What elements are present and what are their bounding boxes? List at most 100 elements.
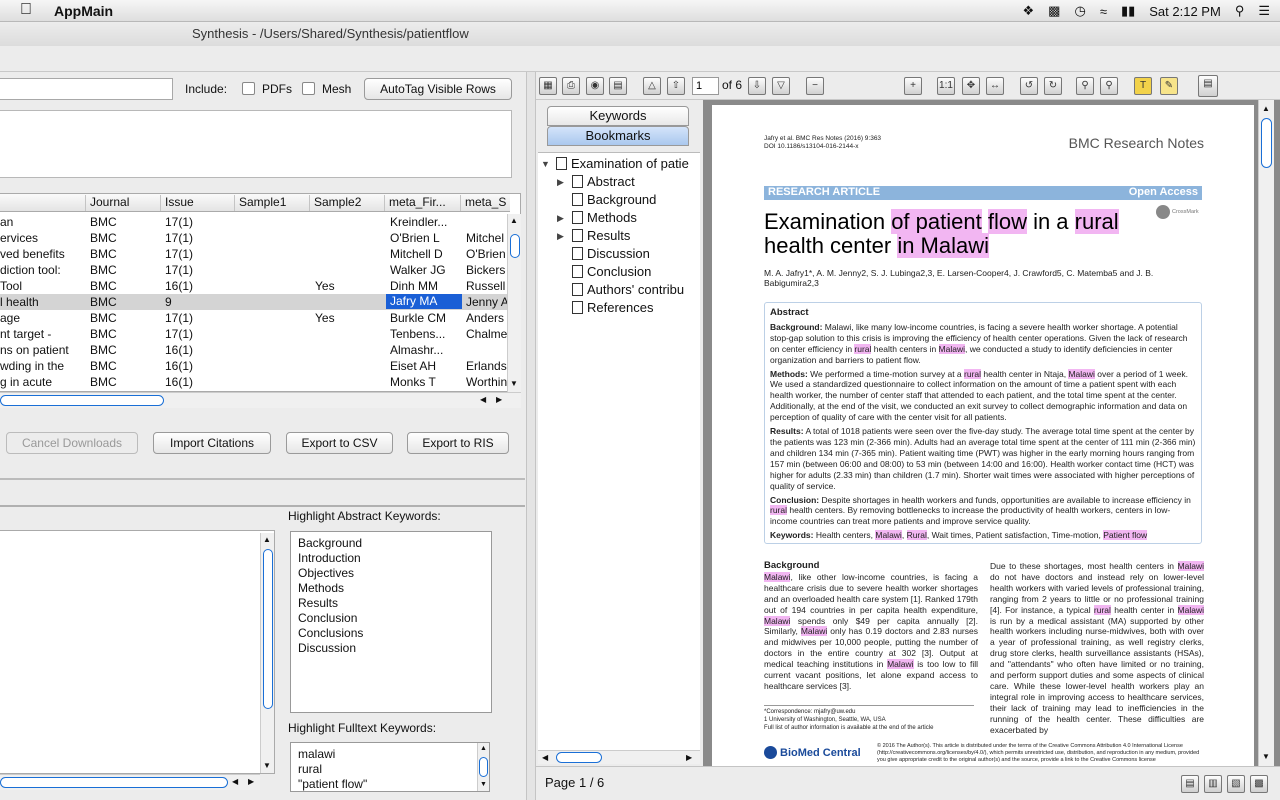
abstract-keyword-item[interactable]: Discussion — [298, 641, 356, 655]
rotate-right-icon[interactable]: ↻ — [1044, 77, 1062, 95]
text-select-icon[interactable]: T — [1134, 77, 1152, 95]
annotation-icon[interactable]: ✎ — [1160, 77, 1178, 95]
query-textarea[interactable] — [0, 110, 512, 178]
scroll-right-icon[interactable]: ▶ — [248, 777, 254, 786]
tab-bookmarks[interactable]: Bookmarks — [547, 126, 689, 146]
abstract-keyword-item[interactable]: Conclusion — [298, 611, 357, 625]
scroll-right-icon[interactable]: ▶ — [496, 395, 502, 404]
apple-icon[interactable]:  — [20, 1, 32, 19]
print-icon[interactable]: ⎙ — [562, 77, 580, 95]
table-row[interactable]: ved benefits BMC 17(1) Mitchell D O'Brien — [0, 246, 508, 262]
abstract-keyword-item[interactable]: Introduction — [298, 551, 361, 565]
continuous-facing-icon[interactable]: ▩ — [1250, 775, 1268, 793]
import-citations-button[interactable]: Import Citations — [153, 432, 271, 454]
wifi-icon[interactable]: ≈ — [1100, 4, 1107, 19]
search-input[interactable] — [0, 78, 173, 100]
notification-center-icon[interactable]: ☰ — [1258, 3, 1270, 19]
expand-triangle-icon[interactable]: ▶ — [557, 213, 564, 224]
cancel-downloads-button[interactable]: Cancel Downloads — [6, 432, 138, 454]
app-name[interactable]: AppMain — [54, 3, 113, 19]
h-scroll-thumb[interactable] — [0, 395, 164, 406]
mesh-checkbox[interactable] — [302, 82, 315, 95]
autotag-button[interactable]: AutoTag Visible Rows — [364, 78, 512, 100]
first-page-icon[interactable]: △ — [643, 77, 661, 95]
column-meta-first[interactable]: meta_Fir... — [385, 195, 461, 211]
column-journal[interactable]: Journal — [86, 195, 161, 211]
notes-scrollbar[interactable]: ▲ ▼ — [260, 533, 274, 773]
column-issue[interactable]: Issue — [161, 195, 235, 211]
table-row[interactable]: Tool BMC 16(1) Yes Dinh MM Russell — [0, 278, 508, 294]
table-vertical-scrollbar[interactable]: ▲ ▼ — [507, 214, 521, 392]
bookmark-item[interactable]: Discussion — [572, 246, 650, 261]
fulltext-keywords-list[interactable]: ▲ ▼ malawi rural "patient flow" — [290, 742, 490, 792]
column-sample1[interactable]: Sample1 — [235, 195, 310, 211]
bookmarks-hscrollbar[interactable]: ◀ ▶ — [538, 750, 700, 764]
table-row[interactable]: nt target - BMC 17(1) Tenbens... Chalme — [0, 326, 508, 342]
bookmark-item[interactable]: Conclusion — [572, 264, 651, 279]
bookmark-item[interactable]: Examination of patie — [556, 156, 689, 171]
dropbox-icon[interactable]: ❖ — [1023, 3, 1035, 19]
h-scroll-thumb[interactable] — [556, 752, 602, 763]
scroll-down-icon[interactable]: ▼ — [1262, 752, 1270, 761]
abstract-keyword-item[interactable]: Results — [298, 596, 338, 610]
scroll-down-icon[interactable]: ▼ — [510, 379, 518, 388]
column-sample2[interactable]: Sample2 — [310, 195, 385, 211]
table-row[interactable]: wding in the BMC 16(1) Eiset AH Erlands — [0, 358, 508, 374]
scroll-thumb[interactable] — [479, 757, 488, 777]
export-csv-button[interactable]: Export to CSV — [286, 432, 393, 454]
bookmark-item[interactable]: Results — [572, 228, 630, 243]
page-number-input[interactable] — [692, 77, 719, 95]
notes-hscrollbar[interactable]: ◀ ▶ — [0, 774, 260, 790]
abstract-keyword-item[interactable]: Objectives — [298, 566, 354, 580]
scroll-thumb[interactable] — [1261, 118, 1272, 168]
scroll-left-icon[interactable]: ◀ — [480, 395, 486, 404]
rotate-left-icon[interactable]: ↺ — [1020, 77, 1038, 95]
abstract-keywords-list[interactable]: Background Introduction Objectives Methods R… — [290, 531, 492, 713]
scroll-thumb[interactable] — [263, 549, 273, 709]
document-properties-icon[interactable]: ▤ — [1198, 75, 1218, 97]
pdf-page[interactable]: Jafry et al. BMC Res Notes (2016) 9:363 … — [712, 105, 1254, 770]
expand-triangle-icon[interactable]: ▶ — [557, 231, 564, 242]
pdfs-checkbox[interactable] — [242, 82, 255, 95]
collapse-triangle-icon[interactable]: ▼ — [541, 159, 550, 169]
tab-keywords[interactable]: Keywords — [547, 106, 689, 126]
abstract-keyword-item[interactable]: Conclusions — [298, 626, 363, 640]
search-binoculars-icon[interactable]: ◉ — [586, 77, 604, 95]
page-view-icon[interactable]: ▤ — [609, 77, 627, 95]
table-row[interactable]: l health BMC 9 Jafry MA Jenny A — [0, 294, 509, 310]
zoom-dynamic-icon[interactable]: ⚲ — [1100, 77, 1118, 95]
scroll-right-icon[interactable]: ▶ — [686, 753, 692, 762]
abstract-keyword-item[interactable]: Background — [298, 536, 362, 550]
spotlight-search-icon[interactable]: ⚲ — [1235, 3, 1245, 19]
previous-page-icon[interactable]: ⇧ — [667, 77, 685, 95]
time-machine-icon[interactable]: ◷ — [1074, 3, 1085, 19]
scroll-thumb[interactable] — [510, 234, 520, 258]
clock[interactable]: Sat 2:12 PM — [1149, 4, 1221, 19]
scroll-down-icon[interactable]: ▼ — [480, 781, 487, 788]
scroll-left-icon[interactable]: ◀ — [542, 753, 548, 762]
zoom-in-icon[interactable]: + — [904, 77, 922, 95]
expand-triangle-icon[interactable]: ▶ — [557, 177, 564, 188]
h-scroll-thumb[interactable] — [0, 777, 228, 788]
actual-size-icon[interactable]: 1:1 — [937, 77, 955, 95]
facing-pages-icon[interactable]: ▧ — [1227, 775, 1245, 793]
abstract-keyword-item[interactable]: Methods — [298, 581, 344, 595]
scroll-up-icon[interactable]: ▲ — [263, 535, 271, 544]
crossmark-icon[interactable] — [1156, 205, 1170, 219]
column-title[interactable] — [0, 195, 86, 211]
scroll-up-icon[interactable]: ▲ — [510, 216, 518, 225]
battery-icon[interactable]: ▮▮ — [1121, 3, 1135, 19]
next-page-icon[interactable]: ⇩ — [748, 77, 766, 95]
vertical-split-divider[interactable] — [526, 72, 536, 800]
table-row[interactable]: age BMC 17(1) Yes Burkle CM Anders — [0, 310, 508, 326]
table-horizontal-scrollbar[interactable]: ◀ ▶ — [0, 392, 521, 408]
continuous-page-icon[interactable]: ▥ — [1204, 775, 1222, 793]
scroll-up-icon[interactable]: ▲ — [1262, 104, 1270, 113]
export-ris-button[interactable]: Export to RIS — [407, 432, 509, 454]
bookmark-item[interactable]: Methods — [572, 210, 637, 225]
zoom-tool-icon[interactable]: ⚲ — [1076, 77, 1094, 95]
fulltext-keyword-item[interactable]: rural — [298, 762, 322, 776]
bookmark-item[interactable]: Authors' contribu — [572, 282, 684, 297]
fit-width-icon[interactable]: ↔ — [986, 77, 1004, 95]
split-divider[interactable] — [0, 505, 525, 507]
